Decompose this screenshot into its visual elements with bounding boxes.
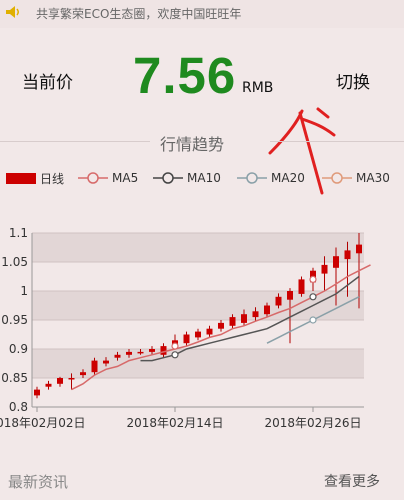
candle-body xyxy=(57,378,63,384)
price-trend-chart: 1.1 1.05 1 0.95 0.9 0.85 0.8 2018年02月02日 2018年02… xyxy=(0,226,371,430)
section-divider-left xyxy=(0,141,150,142)
switch-button[interactable]: 切换 xyxy=(336,68,370,93)
current-price-value: 7.56 xyxy=(133,47,237,104)
banner-text: 共享繁荣ECO生态圈，欢度中国旺旺年 xyxy=(36,7,242,21)
ma-marker xyxy=(309,275,317,284)
candle-body xyxy=(149,349,155,352)
candle-body xyxy=(137,351,144,354)
candle-body xyxy=(80,372,86,376)
x-tick-label: 2018年02月26日 xyxy=(264,416,361,430)
ma-marker xyxy=(171,351,179,359)
ma-marker xyxy=(309,293,317,301)
legend-item-ma5[interactable]: MA5 xyxy=(78,168,138,188)
ma5-line-icon xyxy=(78,172,108,184)
candle-body xyxy=(195,331,201,338)
candle-body xyxy=(45,383,52,387)
announcement-banner: 共享繁荣ECO生态圈，欢度中国旺旺年 xyxy=(0,0,404,28)
legend-item-ma20[interactable]: MA20 xyxy=(237,168,305,188)
y-tick-label: 1.05 xyxy=(1,255,28,269)
candle-body xyxy=(103,360,109,364)
y-tick-label: 0.9 xyxy=(9,342,28,356)
candle-body xyxy=(34,389,40,396)
y-tick-label: 0.85 xyxy=(1,371,28,385)
ma30-line-icon xyxy=(322,172,352,184)
candle-body xyxy=(126,351,132,355)
candle-body xyxy=(287,291,293,300)
ma20-line-icon xyxy=(237,172,267,184)
legend-item-daily[interactable]: 日线 xyxy=(6,168,64,188)
chart-legend: 日线 MA5 MA10 MA20 MA30 xyxy=(0,168,404,188)
candle-body xyxy=(229,317,236,326)
daily-candle-icon xyxy=(6,173,36,184)
x-tick-label: 2018年02月14日 xyxy=(126,416,223,430)
candle-body xyxy=(114,354,121,358)
candle-body xyxy=(241,314,247,323)
candle-body xyxy=(68,378,75,380)
legend-label: MA20 xyxy=(271,171,305,185)
price-panel: 当前价 7.56 RMB 切换 xyxy=(0,40,404,120)
view-more-link[interactable]: 查看更多 xyxy=(324,471,380,491)
y-tick-label: 0.8 xyxy=(9,400,28,414)
y-tick-label: 1 xyxy=(20,284,28,298)
candle-body xyxy=(264,305,270,315)
candle-body xyxy=(298,279,305,294)
legend-label: MA30 xyxy=(356,171,390,185)
grid-band xyxy=(32,233,364,262)
candle-body xyxy=(183,334,190,344)
candle-body xyxy=(218,322,224,329)
ma-marker xyxy=(309,316,317,324)
price-unit: RMB xyxy=(242,80,274,96)
x-tick-label: 2018年02月02日 xyxy=(0,416,86,430)
y-tick-label: 0.95 xyxy=(1,313,28,327)
legend-label: MA5 xyxy=(112,171,139,185)
legend-item-ma30[interactable]: MA30 xyxy=(322,168,390,188)
latest-news-label: 最新资讯 xyxy=(8,473,69,491)
candle-body xyxy=(252,311,259,318)
candle-body xyxy=(160,346,167,355)
section-divider-right xyxy=(270,141,404,142)
candle-body xyxy=(275,296,282,306)
candle-body xyxy=(333,256,339,268)
candle-body xyxy=(91,360,98,373)
legend-item-ma10[interactable]: MA10 xyxy=(153,168,221,188)
section-title: 行情趋势 xyxy=(160,135,225,154)
candle-body xyxy=(356,244,362,254)
speaker-icon xyxy=(6,6,19,18)
ma10-line-icon xyxy=(153,172,183,184)
candle-body xyxy=(344,250,351,260)
current-price-label: 当前价 xyxy=(22,73,73,93)
candle-body xyxy=(206,328,213,335)
y-tick-label: 1.1 xyxy=(9,226,28,240)
legend-label: 日线 xyxy=(40,171,65,186)
ma-marker xyxy=(171,342,179,350)
candle-body xyxy=(321,264,328,274)
legend-label: MA10 xyxy=(187,171,221,185)
